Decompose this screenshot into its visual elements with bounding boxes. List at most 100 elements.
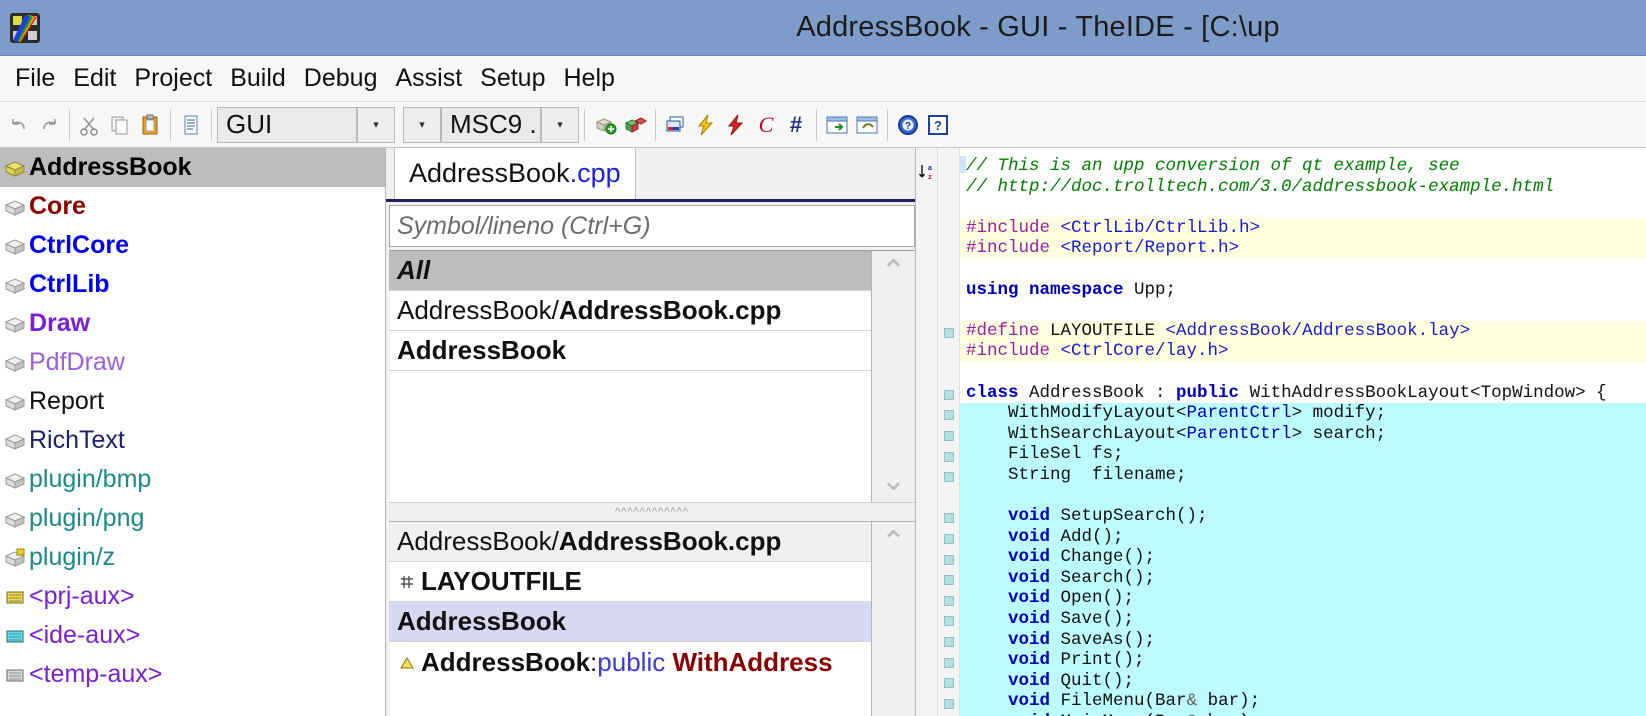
mode-dropdown-arrow[interactable]: ▾ [403, 107, 441, 143]
editor-line[interactable]: void Save(); [960, 609, 1646, 630]
sort-az-icon[interactable]: az [918, 162, 936, 187]
editor-gutter-cell[interactable] [938, 240, 959, 261]
package-item-draw[interactable]: Draw [0, 304, 385, 343]
editor-gutter-cell[interactable] [938, 488, 959, 509]
window-out-icon[interactable] [822, 108, 852, 142]
package-item-plugin-z[interactable]: plugin/z [0, 538, 385, 577]
file-list-scrollbar[interactable]: ⌃ ⌄ [871, 251, 915, 502]
package-item-plugin-png[interactable]: plugin/png [0, 499, 385, 538]
package-item-richtext[interactable]: RichText [0, 421, 385, 460]
file-list-row-all[interactable]: All [389, 251, 871, 291]
package-item-ide-aux[interactable]: <ide-aux> [0, 616, 385, 655]
editor-gutter-cell[interactable] [938, 282, 959, 303]
chevron-up-icon[interactable]: ⌃ [881, 257, 906, 287]
package-add-icon[interactable] [590, 108, 620, 142]
redo-icon[interactable] [34, 108, 64, 142]
editor-gutter-cell[interactable] [938, 158, 959, 179]
undo-icon[interactable] [4, 108, 34, 142]
editor-line[interactable]: #include <CtrlCore/lay.h> [960, 341, 1646, 362]
editor-gutter-cell[interactable] [938, 652, 959, 673]
package-item-core[interactable]: Core [0, 187, 385, 226]
editor-line[interactable]: #include <Report/Report.h> [960, 238, 1646, 259]
menu-item-file[interactable]: File [6, 62, 64, 95]
code-editor[interactable]: az // This is an upp conversion of qt ex… [916, 148, 1646, 716]
editor-line[interactable]: // http://doc.trolltech.com/3.0/addressb… [960, 177, 1646, 198]
file-list[interactable]: All AddressBook/AddressBook.cpp AddressB… [389, 251, 871, 502]
editor-line[interactable]: class AddressBook : public WithAddressBo… [960, 383, 1646, 404]
compiler-dropdown-arrow[interactable]: ▾ [541, 107, 579, 143]
editor-gutter[interactable] [938, 148, 960, 716]
compiler-combo[interactable]: MSC9 . [441, 107, 541, 143]
build-lightning-icon[interactable] [691, 108, 721, 142]
outline-row-addressbook[interactable]: AddressBook [389, 602, 871, 642]
code-fold-marker-icon[interactable] [944, 472, 954, 482]
code-fold-marker-icon[interactable] [944, 699, 954, 709]
editor-gutter-cell[interactable] [938, 590, 959, 611]
outline-row-layoutfile[interactable]: LAYOUTFILE [389, 562, 871, 602]
question-box-icon[interactable]: ? [923, 108, 953, 142]
menu-item-setup[interactable]: Setup [471, 62, 554, 95]
menu-item-help[interactable]: Help [555, 62, 624, 95]
outline-list[interactable]: AddressBook/AddressBook.cpp LAYOUTFILE A… [389, 522, 871, 716]
editor-line[interactable] [960, 197, 1646, 218]
outline-row-addressbook-class[interactable]: AddressBook : public WithAddress [389, 642, 871, 682]
editor-line[interactable]: #define LAYOUTFILE <AddressBook/AddressB… [960, 321, 1646, 342]
file-list-row-addressbook-cpp[interactable]: AddressBook/AddressBook.cpp [389, 291, 871, 331]
menu-item-edit[interactable]: Edit [64, 62, 125, 95]
editor-line[interactable]: void Open(); [960, 588, 1646, 609]
editor-gutter-cell[interactable] [938, 302, 959, 323]
editor-gutter-cell[interactable] [938, 364, 959, 385]
editor-line[interactable]: void Quit(); [960, 671, 1646, 692]
editor-gutter-cell[interactable] [938, 179, 959, 200]
package-item-plugin-bmp[interactable]: plugin/bmp [0, 460, 385, 499]
editor-line[interactable]: void SetupSearch(); [960, 506, 1646, 527]
package-item-report[interactable]: Report [0, 382, 385, 421]
editor-line[interactable] [960, 300, 1646, 321]
editor-line[interactable]: void Print(); [960, 650, 1646, 671]
code-fold-marker-icon[interactable] [944, 616, 954, 626]
editor-line[interactable]: void MainMenu(Bar& bar); [960, 712, 1646, 716]
copy-icon[interactable] [105, 108, 135, 142]
code-fold-marker-icon[interactable] [944, 410, 954, 420]
tab-addressbook-cpp[interactable]: AddressBook.cpp [394, 147, 636, 199]
editor-gutter-cell[interactable] [938, 467, 959, 488]
compile-c-icon[interactable]: C [751, 108, 781, 142]
code-fold-marker-icon[interactable] [944, 328, 954, 338]
search-input[interactable]: Symbol/lineno (Ctrl+G) [389, 205, 915, 247]
menu-item-debug[interactable]: Debug [295, 62, 387, 95]
code-fold-marker-icon[interactable] [944, 555, 954, 565]
editor-line[interactable] [960, 259, 1646, 280]
package-item-ctrlcore[interactable]: CtrlCore [0, 226, 385, 265]
help-circle-icon[interactable]: ? [893, 108, 923, 142]
code-fold-marker-icon[interactable] [944, 637, 954, 647]
code-fold-marker-icon[interactable] [944, 452, 954, 462]
editor-gutter-cell[interactable] [938, 611, 959, 632]
editor-gutter-cell[interactable] [938, 529, 959, 550]
hash-icon[interactable]: # [781, 108, 811, 142]
chevron-down-icon[interactable]: ⌄ [881, 466, 906, 496]
execute-lightning-icon[interactable] [721, 108, 751, 142]
editor-code-area[interactable]: // This is an upp conversion of qt examp… [960, 148, 1646, 716]
editor-gutter-cell[interactable] [938, 323, 959, 344]
editor-line[interactable] [960, 362, 1646, 383]
outline-scrollbar[interactable]: ⌃ [871, 522, 915, 716]
panel-splitter[interactable]: ^^^^^^^^^^^^ [389, 502, 915, 522]
editor-line[interactable]: FileSel fs; [960, 444, 1646, 465]
editor-gutter-cell[interactable] [938, 446, 959, 467]
editor-gutter-cell[interactable] [938, 405, 959, 426]
editor-gutter-cell[interactable] [938, 549, 959, 570]
menu-item-build[interactable]: Build [221, 62, 295, 95]
package-list[interactable]: AddressBook Core CtrlCore CtrlLib [0, 148, 386, 716]
editor-line[interactable]: void Add(); [960, 527, 1646, 548]
menu-item-project[interactable]: Project [125, 62, 221, 95]
window-in-icon[interactable] [852, 108, 882, 142]
chevron-up-icon[interactable]: ⌃ [881, 528, 906, 558]
editor-line[interactable] [960, 486, 1646, 507]
editor-gutter-cell[interactable] [938, 199, 959, 220]
outline-row-file-header[interactable]: AddressBook/AddressBook.cpp [389, 522, 871, 562]
code-fold-marker-icon[interactable] [944, 658, 954, 668]
editor-line[interactable]: String filename; [960, 465, 1646, 486]
file-list-row-addressbook[interactable]: AddressBook [389, 331, 871, 371]
editor-line[interactable]: void SaveAs(); [960, 630, 1646, 651]
code-fold-marker-icon[interactable] [944, 678, 954, 688]
